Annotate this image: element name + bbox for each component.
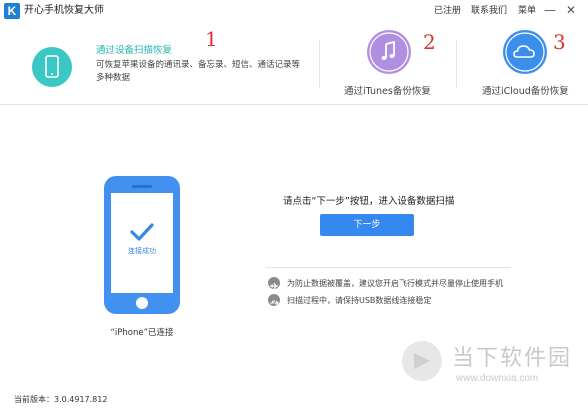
divider [319, 40, 320, 88]
check-icon [130, 223, 154, 241]
registered-link[interactable]: 已注册 [434, 4, 461, 18]
phone-home-button [136, 297, 148, 309]
minimize-button[interactable]: — [543, 2, 557, 18]
app-title: 开心手机恢复大师 [24, 5, 104, 16]
device-connected-caption: “iPhone”已连接 [110, 328, 174, 338]
version-label: 当前版本：3.0.4917.812 [14, 395, 108, 404]
itunes-mode-icon[interactable] [367, 30, 411, 74]
cloud-icon [505, 32, 545, 72]
close-button[interactable]: ✕ [564, 2, 578, 18]
device-scan-mode-title[interactable]: 通过设备扫描恢复 [96, 42, 172, 56]
usb-stable-tip: 扫描过程中，请保持USB数据线连接稳定 [287, 296, 432, 305]
app-logo: K [4, 3, 20, 19]
watermark-name: 当下软件园 [452, 346, 573, 371]
annotation-1: 1 [205, 27, 218, 51]
itunes-mode-label[interactable]: 通过iTunes备份恢复 [344, 83, 431, 97]
title-bar: K 开心手机恢复大师 已注册 联系我们 菜单 — ✕ [0, 0, 588, 22]
annotation-2: 2 [423, 30, 436, 54]
music-note-icon [369, 32, 409, 72]
divider [456, 40, 457, 88]
next-step-button[interactable]: 下一步 [320, 214, 414, 236]
connection-status: 连接成功 [128, 247, 156, 255]
airplane-mode-tip: 为防止数据被覆盖，建议您开启飞行模式并尽量停止使用手机 [287, 279, 503, 288]
annotation-3: 3 [553, 30, 566, 54]
device-scan-mode-description: 可恢复苹果设备的通讯录、备忘录、短信、通话记录等多种数据 [96, 60, 301, 83]
divider [266, 267, 511, 268]
contact-us-link[interactable]: 联系我们 [471, 4, 507, 18]
phone-speaker [132, 185, 152, 188]
icloud-mode-label[interactable]: 通过iCloud备份恢复 [482, 83, 569, 97]
phone-icon [45, 55, 59, 78]
watermark-logo [402, 341, 442, 381]
menu-button[interactable]: 菜单 [518, 4, 536, 18]
airplane-icon [268, 277, 280, 290]
phone-screen [111, 193, 173, 293]
usb-icon [268, 294, 280, 306]
device-scan-mode-icon[interactable] [32, 47, 72, 87]
watermark-url: www.downxia.com [456, 373, 539, 384]
scan-prompt: 请点击“下一步”按钮，进入设备数据扫描 [283, 196, 455, 207]
icloud-mode-icon[interactable] [503, 30, 547, 74]
